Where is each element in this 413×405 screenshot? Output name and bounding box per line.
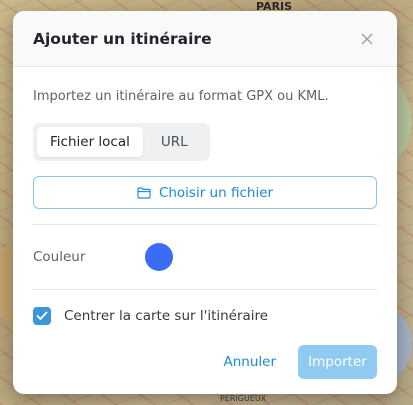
color-label: Couleur [33,249,86,265]
color-swatch[interactable] [145,243,173,271]
color-row: Couleur [33,225,377,289]
center-map-label: Centrer la carte sur l'itinéraire [64,308,269,324]
dialog-description: Importez un itinéraire au format GPX ou … [33,89,329,104]
checkmark-icon [36,311,48,320]
source-tabs: Fichier local URL [33,123,210,161]
center-map-checkbox[interactable] [33,307,51,325]
cancel-button[interactable]: Annuler [223,354,276,370]
import-button[interactable]: Importer [298,345,377,379]
dialog-header: Ajouter un itinéraire [13,11,397,67]
choose-file-button[interactable]: Choisir un fichier [33,176,377,209]
add-route-dialog: Ajouter un itinéraire Importez un itinér… [13,11,397,394]
close-icon[interactable] [357,29,377,49]
tab-url[interactable]: URL [143,127,206,157]
tab-local-file[interactable]: Fichier local [37,127,143,157]
dialog-footer: Annuler Importer [223,345,377,379]
center-map-row: Centrer la carte sur l'itinéraire [33,292,377,340]
choose-file-label: Choisir un fichier [158,184,274,201]
close-icon-glyph [361,33,373,44]
dialog-body: Importez un itinéraire au format GPX ou … [13,67,397,340]
folder-icon [137,186,151,199]
map-label-perigueux: PERIGUEUX [220,394,267,403]
divider [33,289,377,290]
dialog-title: Ajouter un itinéraire [33,29,212,48]
